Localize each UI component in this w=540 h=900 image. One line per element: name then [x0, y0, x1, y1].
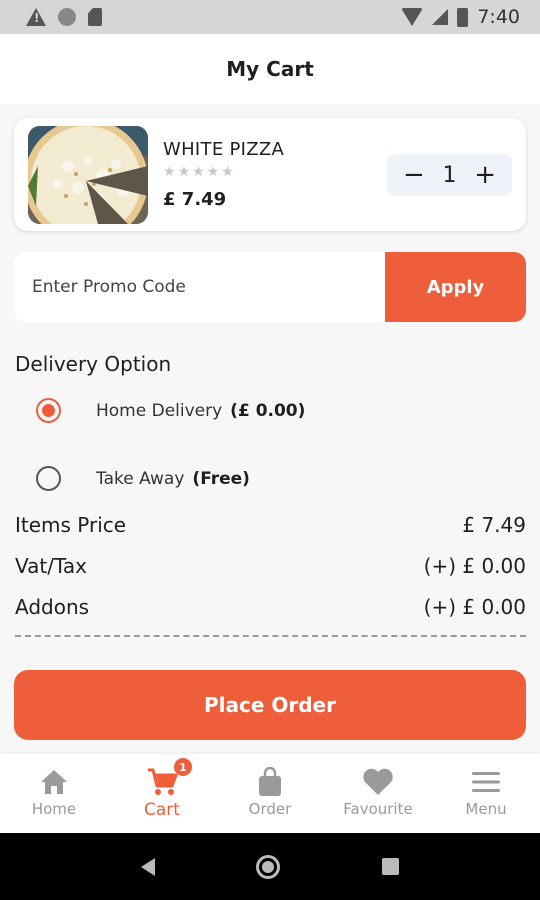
- page-title: My Cart: [226, 57, 314, 81]
- summary-vat-tax: Vat/Tax (+) £ 0.00: [15, 554, 526, 578]
- app-header: My Cart: [0, 34, 540, 104]
- cart-item-card[interactable]: WHITE PIZZA ★ ★ ★ ★ ★ £ 7.49 − 1 +: [14, 118, 526, 231]
- nav-label: Home: [31, 800, 77, 818]
- summary-label: Vat/Tax: [15, 554, 87, 578]
- radio-selected-icon[interactable]: [36, 398, 61, 423]
- delivery-option-label: Take Away: [96, 468, 185, 489]
- star-icon: ★: [163, 164, 176, 180]
- nav-label: Favourite: [343, 800, 413, 818]
- sd-card-icon: [88, 8, 102, 26]
- decrement-button[interactable]: −: [403, 162, 425, 188]
- summary-value: £ 7.49: [462, 513, 526, 537]
- status-time: 7:40: [477, 6, 520, 28]
- system-nav-bar: [0, 833, 540, 900]
- cart-icon: 1: [146, 758, 192, 798]
- delivery-option-price: (Free): [192, 468, 250, 489]
- delivery-option-takeaway[interactable]: Take Away (Free): [36, 466, 250, 491]
- rating-stars: ★ ★ ★ ★ ★: [163, 164, 234, 180]
- menu-icon: [471, 766, 501, 798]
- summary-items-price: Items Price £ 7.49: [15, 513, 526, 537]
- nav-item-order[interactable]: Order: [216, 754, 324, 833]
- signal-icon: [432, 9, 449, 25]
- notification-dot-icon: [58, 8, 76, 26]
- summary-label: Addons: [15, 595, 90, 619]
- radio-unselected-icon[interactable]: [36, 466, 61, 491]
- star-icon: ★: [192, 164, 205, 180]
- heart-icon: [362, 766, 394, 798]
- quantity-stepper: − 1 +: [387, 154, 512, 196]
- bottom-nav: Home 1 Cart Order Favourite Menu: [0, 754, 540, 833]
- status-bar: 7:40: [0, 0, 540, 34]
- back-icon[interactable]: [140, 857, 155, 876]
- apply-button[interactable]: Apply: [385, 252, 526, 322]
- wifi-icon: [401, 8, 424, 26]
- warning-icon: [26, 8, 46, 26]
- delivery-option-price: (£ 0.00): [230, 400, 306, 421]
- summary-label: Items Price: [15, 513, 127, 537]
- delivery-option-label: Home Delivery: [96, 400, 223, 421]
- product-image: [28, 126, 148, 224]
- quantity-value: 1: [442, 162, 457, 188]
- nav-item-menu[interactable]: Menu: [432, 754, 540, 833]
- cart-badge: 1: [174, 758, 192, 776]
- battery-icon: [457, 7, 469, 27]
- summary-value: (+) £ 0.00: [423, 595, 526, 619]
- star-icon: ★: [177, 164, 191, 180]
- product-name: WHITE PIZZA: [163, 139, 285, 160]
- summary-addons: Addons (+) £ 0.00: [15, 595, 526, 619]
- dashed-divider: [15, 635, 526, 637]
- star-icon: ★: [206, 164, 220, 180]
- home-icon: [39, 766, 69, 798]
- product-price: £ 7.49: [163, 189, 227, 210]
- nav-item-home[interactable]: Home: [0, 754, 108, 833]
- nav-item-cart[interactable]: 1 Cart: [108, 754, 216, 833]
- nav-label: Menu: [465, 800, 507, 818]
- shopping-bag-icon: [256, 766, 284, 798]
- recent-apps-icon[interactable]: [382, 858, 400, 875]
- place-order-button[interactable]: Place Order: [14, 670, 526, 740]
- promo-code-input[interactable]: [14, 252, 385, 322]
- nav-item-favourite[interactable]: Favourite: [324, 754, 432, 833]
- status-left: [26, 8, 102, 26]
- delivery-option-home[interactable]: Home Delivery (£ 0.00): [36, 398, 305, 423]
- promo-section: Apply: [14, 252, 526, 322]
- star-icon: ★: [221, 164, 234, 180]
- summary-value: (+) £ 0.00: [423, 554, 526, 578]
- home-button-icon[interactable]: [256, 854, 281, 879]
- increment-button[interactable]: +: [474, 162, 496, 188]
- status-right: 7:40: [401, 6, 520, 28]
- nav-label: Cart: [144, 800, 180, 820]
- nav-label: Order: [248, 800, 292, 818]
- delivery-option-title: Delivery Option: [15, 352, 172, 376]
